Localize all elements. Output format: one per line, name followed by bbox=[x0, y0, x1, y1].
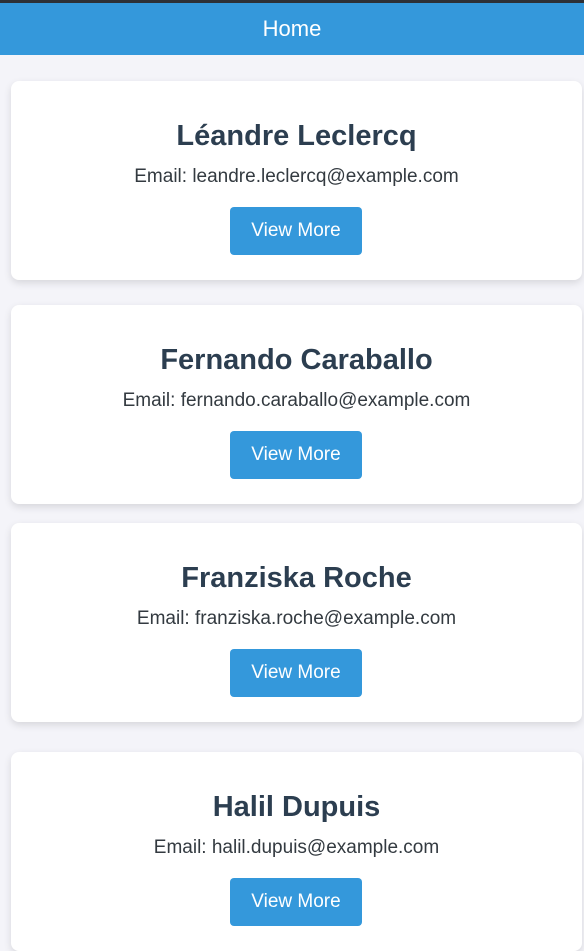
user-name: Halil Dupuis bbox=[212, 791, 381, 823]
user-card: Léandre Leclercq Email: leandre.leclercq… bbox=[11, 81, 582, 280]
user-card: Franziska Roche Email: franziska.roche@e… bbox=[11, 523, 582, 722]
user-email: Email: halil.dupuis@example.com bbox=[153, 837, 440, 858]
user-email: Email: franziska.roche@example.com bbox=[136, 608, 457, 629]
page-header: Home bbox=[0, 3, 584, 55]
view-more-button[interactable]: View More bbox=[230, 431, 362, 479]
user-card: Halil Dupuis Email: halil.dupuis@example… bbox=[11, 752, 582, 951]
user-email: Email: leandre.leclercq@example.com bbox=[134, 166, 459, 187]
view-more-button[interactable]: View More bbox=[230, 207, 362, 255]
view-more-button[interactable]: View More bbox=[230, 649, 362, 697]
user-name: Franziska Roche bbox=[181, 562, 412, 594]
page-title: Home bbox=[262, 16, 322, 41]
user-name: Fernando Caraballo bbox=[160, 344, 433, 376]
user-email: Email: fernando.caraballo@example.com bbox=[122, 390, 471, 411]
user-name: Léandre Leclercq bbox=[176, 120, 417, 152]
user-card: Fernando Caraballo Email: fernando.carab… bbox=[11, 305, 582, 504]
view-more-button[interactable]: View More bbox=[230, 878, 362, 926]
